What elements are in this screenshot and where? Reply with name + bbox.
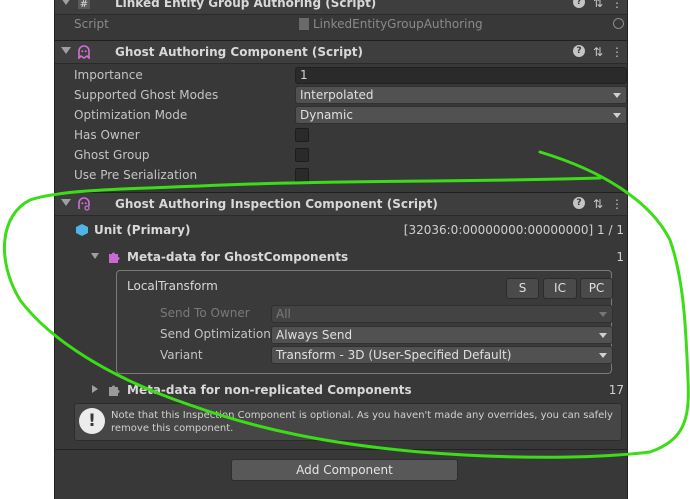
server-button[interactable]: S — [506, 278, 539, 299]
chevron-down-icon — [599, 353, 607, 358]
foldout-arrow-icon[interactable] — [91, 253, 99, 259]
local-transform-title: LocalTransform — [127, 279, 218, 293]
ghost-inspection-header[interactable]: Ghost Authoring Inspection Component (Sc… — [55, 192, 627, 216]
optimization-mode-dropdown[interactable]: Dynamic — [295, 106, 627, 124]
more-icon[interactable]: ⋮ — [611, 197, 623, 211]
foldout-arrow-icon[interactable] — [61, 47, 71, 54]
component-title: Ghost Authoring Component (Script) — [115, 45, 363, 59]
use-pre-serialization-checkbox[interactable] — [295, 168, 309, 182]
optimization-mode-label: Optimization Mode — [74, 108, 188, 122]
has-owner-label: Has Owner — [74, 128, 140, 142]
supported-ghost-modes-dropdown[interactable]: Interpolated — [295, 86, 627, 104]
chevron-down-icon — [599, 333, 607, 338]
puzzle-icon — [109, 252, 120, 263]
preset-icon[interactable]: ⇅ — [593, 45, 603, 59]
has-owner-checkbox[interactable] — [295, 128, 309, 142]
component-title: Linked Entity Group Authoring (Script) — [115, 0, 377, 10]
ghost-group-label: Ghost Group — [74, 148, 150, 162]
importance-label: Importance — [74, 68, 143, 82]
inspector-panel: # Linked Entity Group Authoring (Script)… — [54, 0, 628, 499]
preset-icon[interactable]: ⇅ — [593, 197, 603, 211]
send-optimization-dropdown[interactable]: Always Send — [271, 326, 613, 344]
help-icon[interactable]: ? — [572, 45, 585, 57]
send-optimization-label: Send Optimization — [160, 327, 271, 341]
preset-icon[interactable]: ⇅ — [593, 0, 603, 10]
script-field[interactable]: LinkedEntityGroupAuthoring — [295, 15, 627, 33]
foldout-arrow-icon[interactable] — [61, 0, 71, 5]
more-icon[interactable]: ⋮ — [611, 45, 623, 59]
help-icon[interactable]: ? — [572, 197, 585, 209]
foldout-arrow-icon[interactable] — [61, 199, 71, 206]
entity-cube-icon — [76, 224, 88, 236]
dropdown-value: Always Send — [276, 328, 353, 342]
send-to-owner-label: Send To Owner — [160, 306, 250, 320]
help-box: ! Note that this Inspection Component is… — [74, 403, 622, 441]
unit-id: [32036:0:00000000:00000000] 1 / 1 — [403, 223, 624, 237]
more-icon[interactable]: ⋮ — [611, 0, 623, 10]
help-text: Note that this Inspection Component is o… — [111, 410, 613, 434]
add-component-button[interactable]: Add Component — [231, 459, 458, 481]
send-to-owner-dropdown: All — [271, 305, 613, 323]
dropdown-value: Transform - 3D (User-Specified Default) — [276, 348, 512, 362]
meta-nonreplicated-count: 17 — [608, 383, 624, 397]
supported-ghost-modes-label: Supported Ghost Modes — [74, 88, 219, 102]
importance-field[interactable]: 1 — [295, 67, 627, 84]
ghost-group-checkbox[interactable] — [295, 148, 309, 162]
svg-text:#: # — [80, 0, 88, 10]
script-icon: # — [78, 0, 90, 10]
use-pre-serialization-label: Use Pre Serialization — [74, 168, 198, 182]
puzzle-icon — [109, 385, 120, 396]
meta-ghost-count: 1 — [616, 250, 624, 264]
unit-label: Unit (Primary) — [94, 223, 191, 237]
dropdown-value: All — [276, 307, 291, 321]
chevron-down-icon — [613, 113, 621, 118]
variant-label: Variant — [160, 348, 203, 362]
dropdown-value: Interpolated — [300, 88, 374, 102]
chevron-down-icon — [599, 312, 607, 317]
script-file-icon — [299, 18, 309, 30]
divider — [55, 449, 627, 450]
dropdown-value: Dynamic — [300, 108, 353, 122]
interpolated-client-button[interactable]: IC — [543, 278, 577, 299]
meta-nonreplicated-label[interactable]: Meta-data for non-replicated Components — [127, 383, 412, 397]
component-title: Ghost Authoring Inspection Component (Sc… — [115, 197, 438, 211]
linked-entity-header[interactable]: # Linked Entity Group Authoring (Script)… — [55, 0, 627, 15]
script-label: Script — [74, 17, 109, 31]
variant-dropdown[interactable]: Transform - 3D (User-Specified Default) — [271, 346, 613, 364]
ghost-icon — [78, 45, 90, 59]
help-icon[interactable]: ? — [572, 0, 585, 8]
info-icon: ! — [79, 408, 105, 434]
foldout-arrow-icon[interactable] — [92, 385, 98, 393]
ghost-authoring-header[interactable]: Ghost Authoring Component (Script) ? ⇅ ⋮ — [55, 40, 627, 64]
object-picker-icon[interactable] — [613, 18, 624, 29]
predicted-client-button[interactable]: PC — [580, 278, 613, 299]
meta-ghost-components-label[interactable]: Meta-data for GhostComponents — [127, 250, 348, 264]
chevron-down-icon — [613, 93, 621, 98]
script-value: LinkedEntityGroupAuthoring — [313, 17, 483, 31]
ghost-inspect-icon — [78, 197, 90, 211]
